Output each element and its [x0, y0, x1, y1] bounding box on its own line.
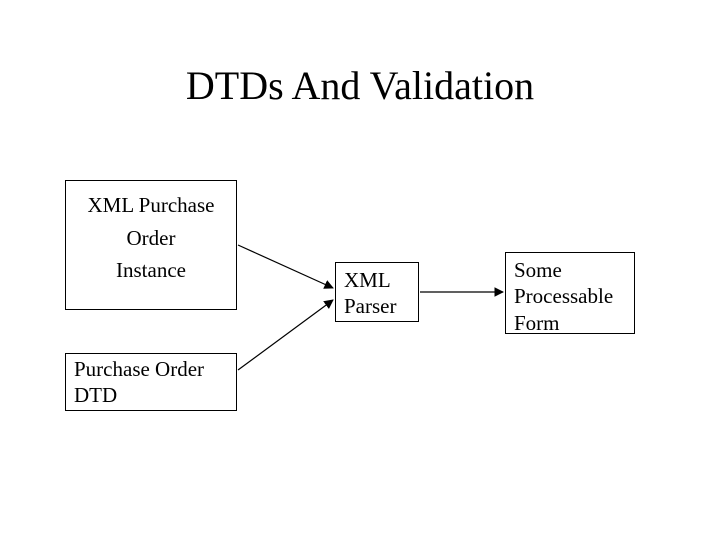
box-xml-purchase-order-instance: XML Purchase Order Instance [65, 180, 237, 310]
arrow-instance-to-parser [238, 245, 333, 288]
box-parser-line2: Parser [344, 293, 410, 319]
box-form-line1: Some [514, 257, 626, 283]
box-processable-form: Some Processable Form [505, 252, 635, 334]
arrow-dtd-to-parser [238, 300, 333, 370]
box-purchase-order-dtd: Purchase Order DTD [65, 353, 237, 411]
box-dtd-line2: DTD [74, 382, 228, 408]
box-form-line2: Processable [514, 283, 626, 309]
page-title: DTDs And Validation [0, 62, 720, 109]
box-xml-parser: XML Parser [335, 262, 419, 322]
box-parser-line1: XML [344, 267, 410, 293]
box-dtd-line1: Purchase Order [74, 356, 228, 382]
box-instance-line3: Instance [66, 254, 236, 287]
box-instance-line2: Order [66, 222, 236, 255]
diagram-canvas: DTDs And Validation XML Purchase Order I… [0, 0, 720, 540]
box-form-line3: Form [514, 310, 626, 336]
box-instance-line1: XML Purchase [66, 189, 236, 222]
